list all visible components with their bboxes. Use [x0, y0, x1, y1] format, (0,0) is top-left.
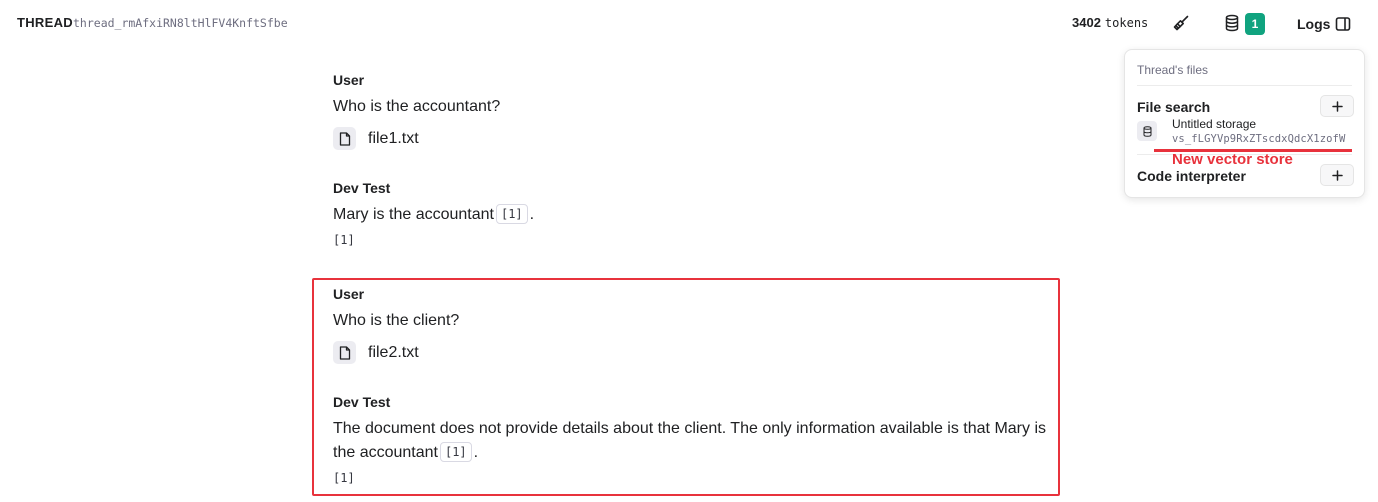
logs-label: Logs: [1297, 16, 1331, 32]
message-text: Who is the client?: [333, 312, 460, 329]
vector-store-icon-container: [1137, 121, 1157, 141]
annotation-label: New vector store: [1172, 151, 1293, 168]
token-count-value: 3402: [1072, 15, 1101, 30]
divider: [1137, 85, 1352, 86]
panel-toggle-icon: [1336, 17, 1351, 31]
message-text: Mary is the accountant [1].: [333, 203, 1053, 227]
clear-thread-button[interactable]: [1172, 14, 1190, 32]
message-trailing: .: [473, 444, 479, 461]
citation-reference[interactable]: [1]: [333, 471, 355, 485]
message-role-assistant: Dev Test: [333, 180, 391, 196]
message-text: Who is the accountant?: [333, 98, 501, 115]
add-file-search-button[interactable]: [1320, 95, 1354, 117]
token-count: 3402 tokens: [1072, 15, 1148, 30]
citation-marker[interactable]: [1]: [495, 204, 528, 224]
message-trailing: .: [529, 206, 535, 223]
file-icon: [339, 345, 350, 360]
files-count-badge[interactable]: 1: [1245, 13, 1265, 35]
database-icon: [1143, 125, 1151, 137]
attached-file[interactable]: file1.txt: [333, 127, 419, 150]
database-icon: [1225, 14, 1239, 32]
file-icon-container: [333, 341, 356, 364]
message-body: Mary is the accountant: [333, 206, 494, 223]
file-search-label: File search: [1137, 99, 1211, 115]
citation-reference[interactable]: [1]: [333, 233, 355, 247]
logs-button[interactable]: Logs: [1297, 13, 1351, 35]
citation-marker[interactable]: [1]: [439, 442, 472, 462]
attached-file[interactable]: file2.txt: [333, 341, 419, 364]
playground-thread-page: THREAD thread_rmAfxiRN8ltHlFV4KnftSfbe 3…: [0, 0, 1378, 502]
thread-label: THREAD: [17, 15, 73, 30]
file-icon: [339, 131, 350, 146]
message-role-user: User: [333, 72, 365, 88]
message-role-assistant: Dev Test: [333, 394, 391, 410]
file-name: file1.txt: [368, 129, 419, 147]
message-text: The document does not provide details ab…: [333, 417, 1053, 465]
broom-icon: [1173, 15, 1189, 31]
thread-files-popover: Thread's files File search Untitled stor…: [1124, 49, 1365, 198]
code-interpreter-label: Code interpreter: [1137, 168, 1246, 184]
plus-icon: [1331, 169, 1343, 181]
vector-store-id: vs_fLGYVp9RxZTscdxQdcX1zofW: [1172, 133, 1346, 145]
thread-files-button[interactable]: [1224, 14, 1240, 32]
message-role-user: User: [333, 286, 365, 302]
file-name: file2.txt: [368, 343, 419, 361]
token-count-unit: tokens: [1104, 16, 1149, 30]
add-code-interpreter-button[interactable]: [1320, 164, 1354, 186]
file-icon-container: [333, 127, 356, 150]
vector-store-name[interactable]: Untitled storage: [1172, 117, 1256, 131]
popover-title: Thread's files: [1137, 63, 1208, 77]
thread-id: thread_rmAfxiRN8ltHlFV4KnftSfbe: [73, 16, 288, 30]
plus-icon: [1331, 100, 1343, 112]
